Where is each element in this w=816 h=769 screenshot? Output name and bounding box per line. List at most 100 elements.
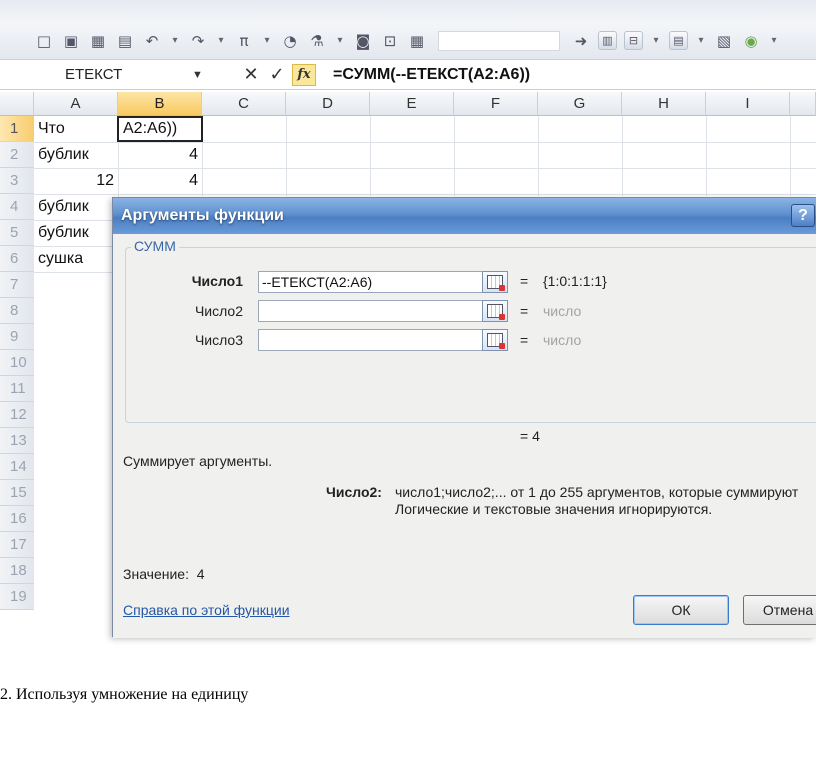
print-preview-icon[interactable]: ▤ xyxy=(115,31,135,51)
column-header[interactable]: A xyxy=(34,92,118,116)
sort-dropdown-icon[interactable]: ▾ xyxy=(650,31,662,51)
new-document-icon[interactable]: □ xyxy=(34,31,54,51)
row-header[interactable]: 13 xyxy=(0,428,34,454)
row-header[interactable]: 9 xyxy=(0,324,34,350)
gridline xyxy=(706,116,707,196)
column-header[interactable]: I xyxy=(706,92,790,116)
row-header[interactable]: 14 xyxy=(0,454,34,480)
column-header[interactable]: H xyxy=(622,92,706,116)
column-header[interactable]: D xyxy=(286,92,370,116)
arg-description-line: число1;число2;... от 1 до 255 аргументов… xyxy=(395,484,799,500)
customize-toolbar-icon[interactable]: ▾ xyxy=(768,31,780,51)
name-box-dropdown-icon[interactable]: ▼ xyxy=(192,64,203,86)
macro-icon[interactable]: ▧ xyxy=(714,31,734,51)
gridline xyxy=(370,116,371,196)
row-header[interactable]: 18 xyxy=(0,558,34,584)
row-header[interactable]: 3 xyxy=(0,168,34,194)
fill-icon[interactable]: ▥ xyxy=(598,31,617,50)
function-total: = 4 xyxy=(520,428,540,444)
cell-a5[interactable]: бублик xyxy=(34,220,118,246)
name-box[interactable]: ЕТЕКСТ xyxy=(40,64,210,86)
help-on-function-link[interactable]: Справка по этой функции xyxy=(123,602,290,618)
help-button[interactable]: ? xyxy=(791,204,815,227)
column-header[interactable]: B xyxy=(118,92,202,116)
insert-function-button[interactable]: fx xyxy=(292,64,316,86)
quick-access-toolbar: □ ▣ ▦ ▤ ↶ ▾ ↷ ▾ π ▾ ◔ ⚗ ▾ ◙ ⊡ ▦ ➜ ▥ ⊟ ▾ … xyxy=(0,22,816,60)
value-number: 4 xyxy=(196,566,205,582)
dialog-body: СУММ Число1 --ЕТЕКСТ(A2:A6) = {1:0:1:1:1… xyxy=(113,234,816,638)
column-header[interactable]: G xyxy=(538,92,622,116)
enter-icon[interactable]: ✓ xyxy=(266,64,288,86)
row-header[interactable]: 8 xyxy=(0,298,34,324)
arg-input-number2[interactable] xyxy=(258,300,484,322)
arg-equals: = xyxy=(520,273,529,289)
camera-icon[interactable]: ◙ xyxy=(353,31,373,51)
lock-icon[interactable]: ⊡ xyxy=(380,31,400,51)
cell-b2[interactable]: 4 xyxy=(118,142,202,168)
row-header[interactable]: 1 xyxy=(0,116,34,142)
arrow-right-icon[interactable]: ➜ xyxy=(571,31,591,51)
gridline xyxy=(286,116,287,196)
pi-equation-icon[interactable]: π xyxy=(234,31,254,51)
column-header[interactable]: F xyxy=(454,92,538,116)
format-dropdown-icon[interactable]: ▾ xyxy=(695,31,707,51)
collapse-dialog-button-2[interactable] xyxy=(482,300,508,322)
redo-icon[interactable]: ↷ xyxy=(188,31,208,51)
equation-dropdown-icon[interactable]: ▾ xyxy=(261,31,273,51)
grid-icon[interactable]: ▦ xyxy=(407,31,427,51)
row-header[interactable]: 6 xyxy=(0,246,34,272)
document-caption: 2. Используя умножение на единицу xyxy=(0,686,249,703)
row-header[interactable]: 16 xyxy=(0,506,34,532)
row-header[interactable]: 7 xyxy=(0,272,34,298)
arg-description: число1;число2;... от 1 до 255 аргументов… xyxy=(395,484,816,518)
cell-b1-active[interactable]: A2:A6)) xyxy=(117,116,203,142)
gridline xyxy=(790,116,791,196)
cell-b3[interactable]: 4 xyxy=(118,168,202,194)
arg-result-number1: {1:0:1:1:1} xyxy=(543,273,607,289)
print-icon[interactable]: ▦ xyxy=(88,31,108,51)
cell-a6[interactable]: сушка xyxy=(34,246,118,272)
column-header[interactable] xyxy=(790,92,816,116)
formula-input[interactable]: =СУММ(--ЕТЕКСТ(A2:A6)) xyxy=(333,64,530,86)
format-icon[interactable]: ▤ xyxy=(669,31,688,50)
arg-result-number3: число xyxy=(543,332,582,348)
cell-a2[interactable]: бублик xyxy=(34,142,118,168)
row-header[interactable]: 2 xyxy=(0,142,34,168)
arg-description-label: Число2: xyxy=(326,484,382,500)
row-header[interactable]: 11 xyxy=(0,376,34,402)
row-header[interactable]: 10 xyxy=(0,350,34,376)
select-all-corner[interactable] xyxy=(0,92,34,116)
column-header[interactable]: E xyxy=(370,92,454,116)
row-header[interactable]: 19 xyxy=(0,584,34,610)
ribbon-top-strip xyxy=(0,0,816,22)
cancel-icon[interactable]: ✕ xyxy=(240,64,262,86)
dialog-titlebar[interactable]: Аргументы функции ? xyxy=(113,198,816,234)
row-header[interactable]: 17 xyxy=(0,532,34,558)
cell-a1[interactable]: Что xyxy=(34,116,118,142)
row-header[interactable]: 12 xyxy=(0,402,34,428)
cancel-button[interactable]: Отмена xyxy=(743,595,816,625)
row-header[interactable]: 15 xyxy=(0,480,34,506)
function-name-label: СУММ xyxy=(131,238,179,254)
gridline xyxy=(34,194,816,195)
collapse-dialog-button-3[interactable] xyxy=(482,329,508,351)
undo-icon[interactable]: ↶ xyxy=(142,31,162,51)
collapse-dialog-button-1[interactable] xyxy=(482,271,508,293)
cell-a3[interactable]: 12 xyxy=(34,168,118,194)
circle-icon[interactable]: ◉ xyxy=(741,31,761,51)
arg-input-number1[interactable]: --ЕТЕКСТ(A2:A6) xyxy=(258,271,484,293)
cell-a4[interactable]: бублик xyxy=(34,194,118,220)
undo-dropdown-icon[interactable]: ▾ xyxy=(169,31,181,51)
filter-icon[interactable]: ⚗ xyxy=(307,31,327,51)
chart-icon[interactable]: ◔ xyxy=(280,31,300,51)
row-header[interactable]: 4 xyxy=(0,194,34,220)
column-header[interactable]: C xyxy=(202,92,286,116)
filter-dropdown-icon[interactable]: ▾ xyxy=(334,31,346,51)
arg-label-number3: Число3 xyxy=(194,332,243,348)
sort-icon[interactable]: ⊟ xyxy=(624,31,643,50)
row-header[interactable]: 5 xyxy=(0,220,34,246)
redo-dropdown-icon[interactable]: ▾ xyxy=(215,31,227,51)
ok-button[interactable]: ОК xyxy=(633,595,729,625)
arg-input-number3[interactable] xyxy=(258,329,484,351)
save-icon[interactable]: ▣ xyxy=(61,31,81,51)
